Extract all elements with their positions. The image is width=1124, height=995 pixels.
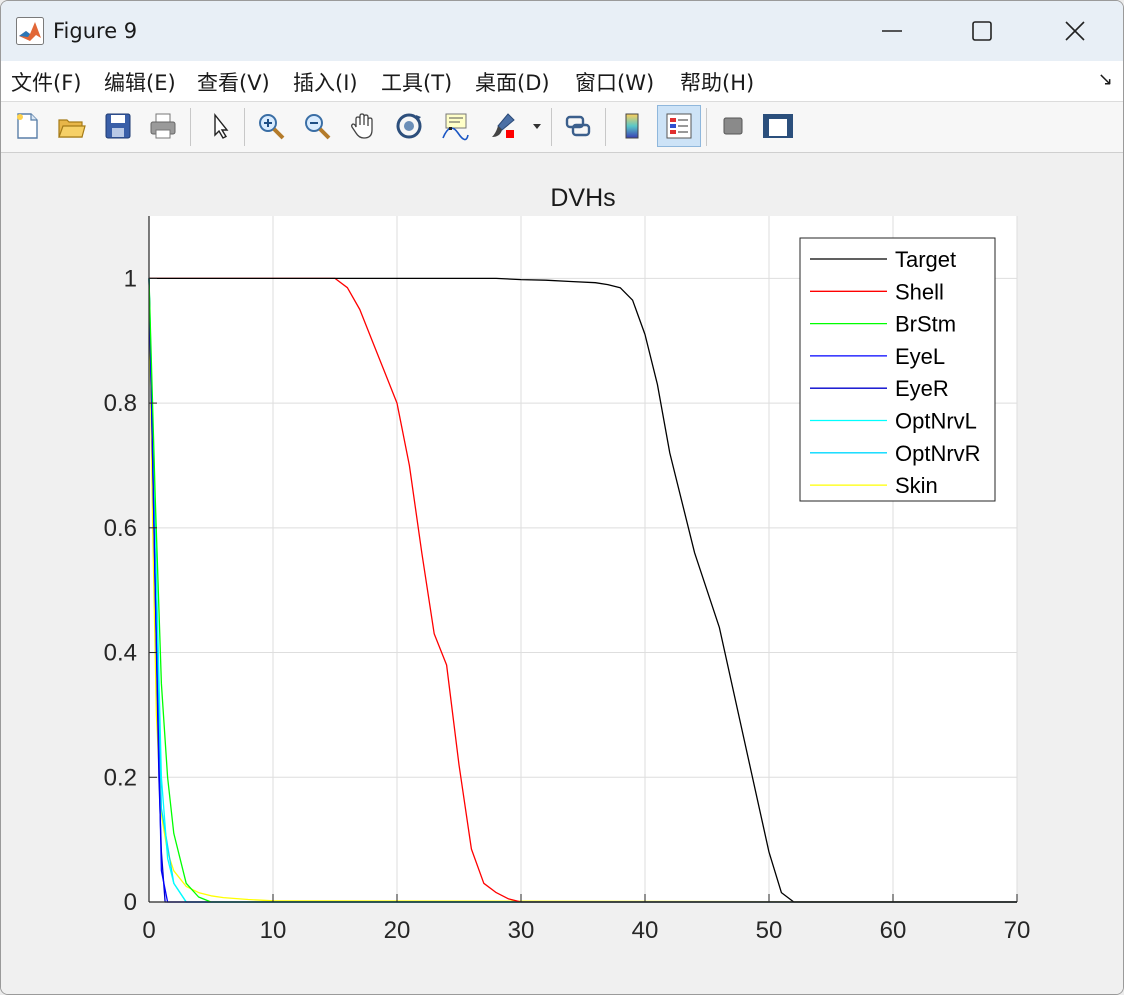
zoom-in-button[interactable] xyxy=(251,106,291,146)
minimize-button[interactable] xyxy=(867,7,917,55)
legend-label: Target xyxy=(895,247,956,272)
data-cursor-icon xyxy=(442,113,469,141)
zoom-in-icon xyxy=(259,114,285,140)
hide-tools-icon xyxy=(723,117,743,135)
brush-dropdown[interactable] xyxy=(525,106,549,146)
menu-help[interactable]: 帮助(H) xyxy=(680,67,754,97)
pan-hand-icon xyxy=(351,113,373,139)
y-tick-label: 0.8 xyxy=(104,390,137,417)
y-tick-label: 1 xyxy=(124,265,137,292)
menu-bar: 文件(F) 编辑(E) 查看(V) 插入(I) 工具(T) 桌面(D) 窗口(W… xyxy=(1,61,1123,102)
y-tick-label: 0.4 xyxy=(104,640,137,667)
legend[interactable]: Target Shell BrStm EyeL EyeR OptNrvL OptNrvR Sk… xyxy=(799,237,996,502)
legend-label: Skin xyxy=(895,473,938,498)
legend-label: Shell xyxy=(895,279,944,304)
legend-label: BrStm xyxy=(895,312,956,337)
insert-colorbar-button[interactable] xyxy=(612,106,652,146)
toolbar-separator xyxy=(706,108,707,146)
title-bar[interactable]: Figure 9 xyxy=(1,1,1123,61)
colorbar-icon xyxy=(625,113,639,139)
x-tick-label: 40 xyxy=(632,917,659,944)
link-icon xyxy=(565,115,591,137)
pan-button[interactable] xyxy=(343,106,383,146)
x-tick-label: 0 xyxy=(142,917,155,944)
legend-label: EyeR xyxy=(895,376,949,401)
dvh-chart[interactable]: 0 10 20 30 40 50 60 70 0 0.2 0.4 0.6 0.8 1 DVHs Targe… xyxy=(1,153,1123,994)
print-button[interactable] xyxy=(143,106,183,146)
rotate-3d-button[interactable] xyxy=(389,106,429,146)
toolbar-separator xyxy=(244,108,245,146)
menu-desktop[interactable]: 桌面(D) xyxy=(475,67,550,97)
x-tick-label: 10 xyxy=(260,917,287,944)
figure-toolbar xyxy=(1,102,1123,153)
toolbar-separator xyxy=(605,108,606,146)
close-button[interactable] xyxy=(1050,7,1100,55)
legend-icon xyxy=(666,113,692,139)
save-icon xyxy=(105,113,131,139)
chevron-down-icon xyxy=(533,124,541,129)
show-plot-tools-button[interactable] xyxy=(758,106,798,146)
pointer-icon xyxy=(214,113,229,139)
minimize-icon xyxy=(882,30,902,32)
menu-tools[interactable]: 工具(T) xyxy=(381,67,452,97)
link-plot-button[interactable] xyxy=(558,106,598,146)
save-button[interactable] xyxy=(98,106,138,146)
menu-window[interactable]: 窗口(W) xyxy=(575,67,654,97)
maximize-icon xyxy=(972,21,992,41)
open-folder-icon xyxy=(58,119,86,138)
brush-button[interactable] xyxy=(483,106,523,146)
chart-title: DVHs xyxy=(550,184,615,212)
legend-label: EyeL xyxy=(895,344,945,369)
y-tick-label: 0.2 xyxy=(104,764,137,791)
zoom-out-button[interactable] xyxy=(297,106,337,146)
window-title: Figure 9 xyxy=(53,19,138,43)
new-file-icon xyxy=(17,113,38,139)
open-file-button[interactable] xyxy=(51,106,91,146)
figure-canvas[interactable]: 0 10 20 30 40 50 60 70 0 0.2 0.4 0.6 0.8 1 DVHs Targe… xyxy=(1,153,1123,994)
menu-edit[interactable]: 编辑(E) xyxy=(104,67,176,97)
y-tick-label: 0 xyxy=(124,889,137,916)
hide-plot-tools-button[interactable] xyxy=(713,106,753,146)
maximize-button[interactable] xyxy=(957,7,1007,55)
x-tick-label: 50 xyxy=(756,917,783,944)
legend-label: OptNrvL xyxy=(895,409,977,434)
menu-file[interactable]: 文件(F) xyxy=(11,67,81,97)
legend-label: OptNrvR xyxy=(895,441,981,466)
x-tick-label: 70 xyxy=(1004,917,1031,944)
new-figure-button[interactable] xyxy=(7,106,47,146)
toolbar-separator xyxy=(551,108,552,146)
brush-icon xyxy=(492,113,515,138)
x-tick-label: 30 xyxy=(508,917,535,944)
y-tick-label: 0.6 xyxy=(104,515,137,542)
dock-arrow-icon[interactable]: ↘ xyxy=(1098,69,1113,90)
figure-window: Figure 9 文件(F) 编辑(E) 查看(V) 插入(I) 工具(T) 桌… xyxy=(0,0,1124,995)
data-cursor-button[interactable] xyxy=(435,106,475,146)
rotate-3d-icon xyxy=(396,113,422,139)
menu-view[interactable]: 查看(V) xyxy=(197,67,270,97)
matlab-icon xyxy=(16,17,44,45)
menu-insert[interactable]: 插入(I) xyxy=(293,67,358,97)
print-icon xyxy=(150,113,176,139)
insert-legend-button[interactable] xyxy=(657,105,701,147)
toolbar-separator xyxy=(190,108,191,146)
x-tick-label: 60 xyxy=(880,917,907,944)
edit-plot-button[interactable] xyxy=(200,106,240,146)
zoom-out-icon xyxy=(305,114,331,140)
x-tick-label: 20 xyxy=(384,917,411,944)
show-tools-icon xyxy=(763,114,793,138)
close-icon xyxy=(1065,21,1085,41)
